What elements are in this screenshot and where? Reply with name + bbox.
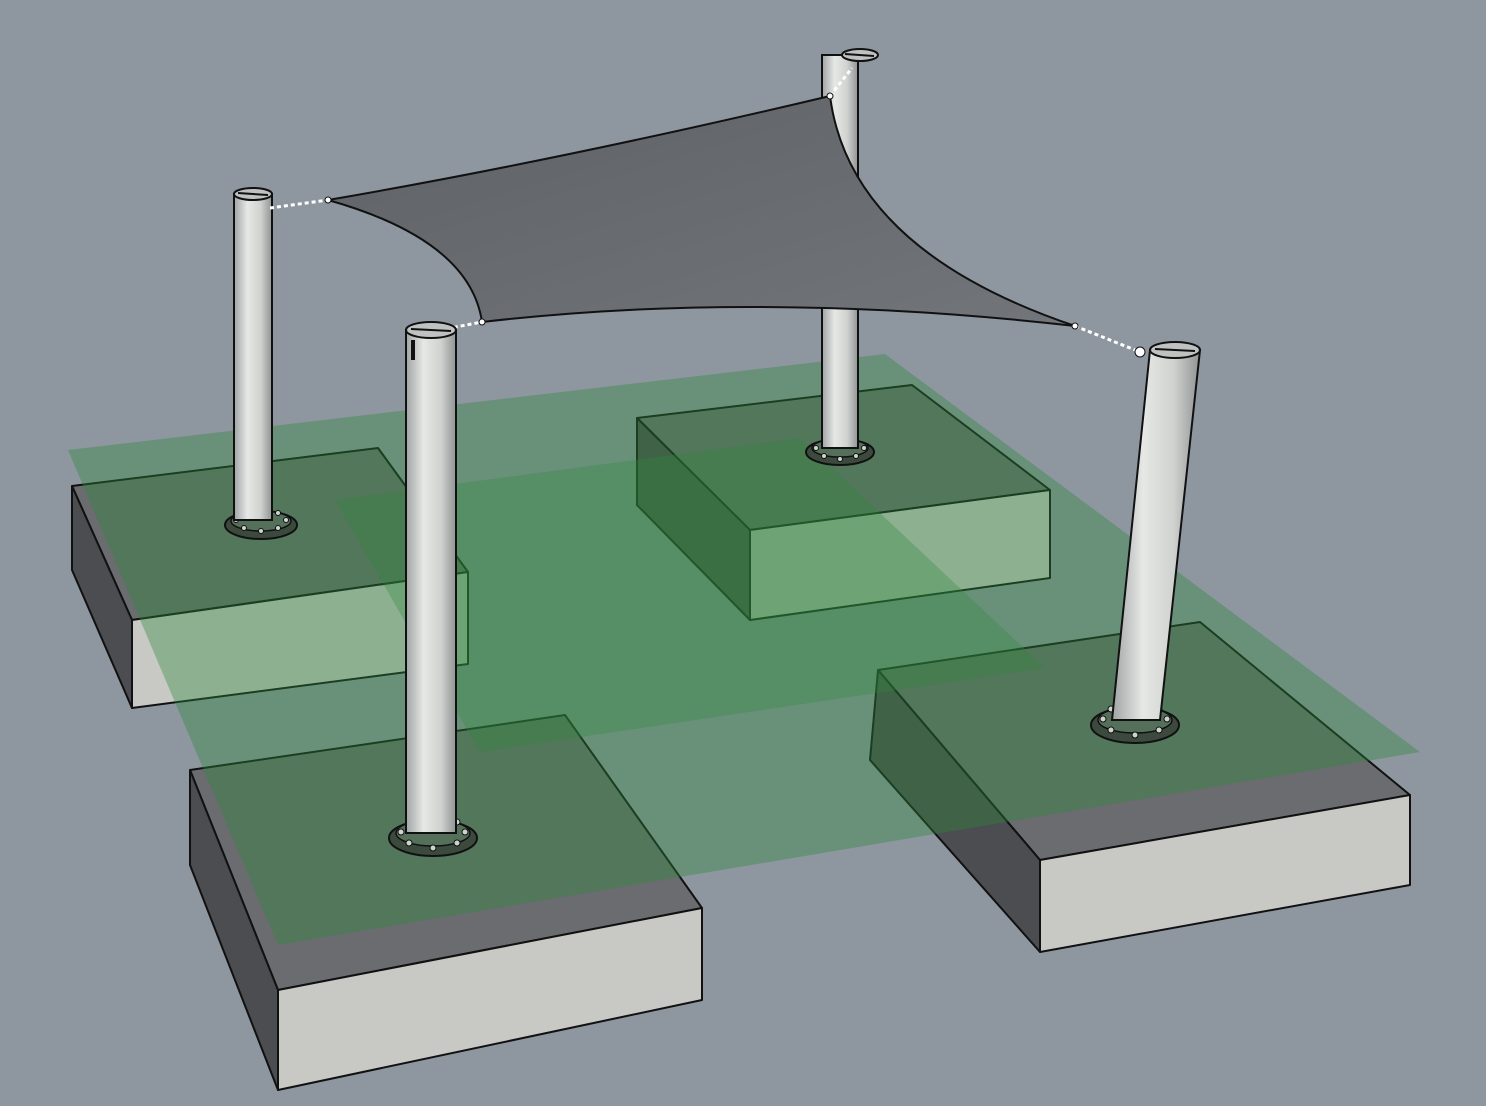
post-tube — [233, 193, 273, 521]
scene-canvas[interactable] — [0, 0, 1486, 1106]
model-viewport[interactable] — [0, 0, 1486, 1106]
post-tube — [405, 329, 457, 834]
